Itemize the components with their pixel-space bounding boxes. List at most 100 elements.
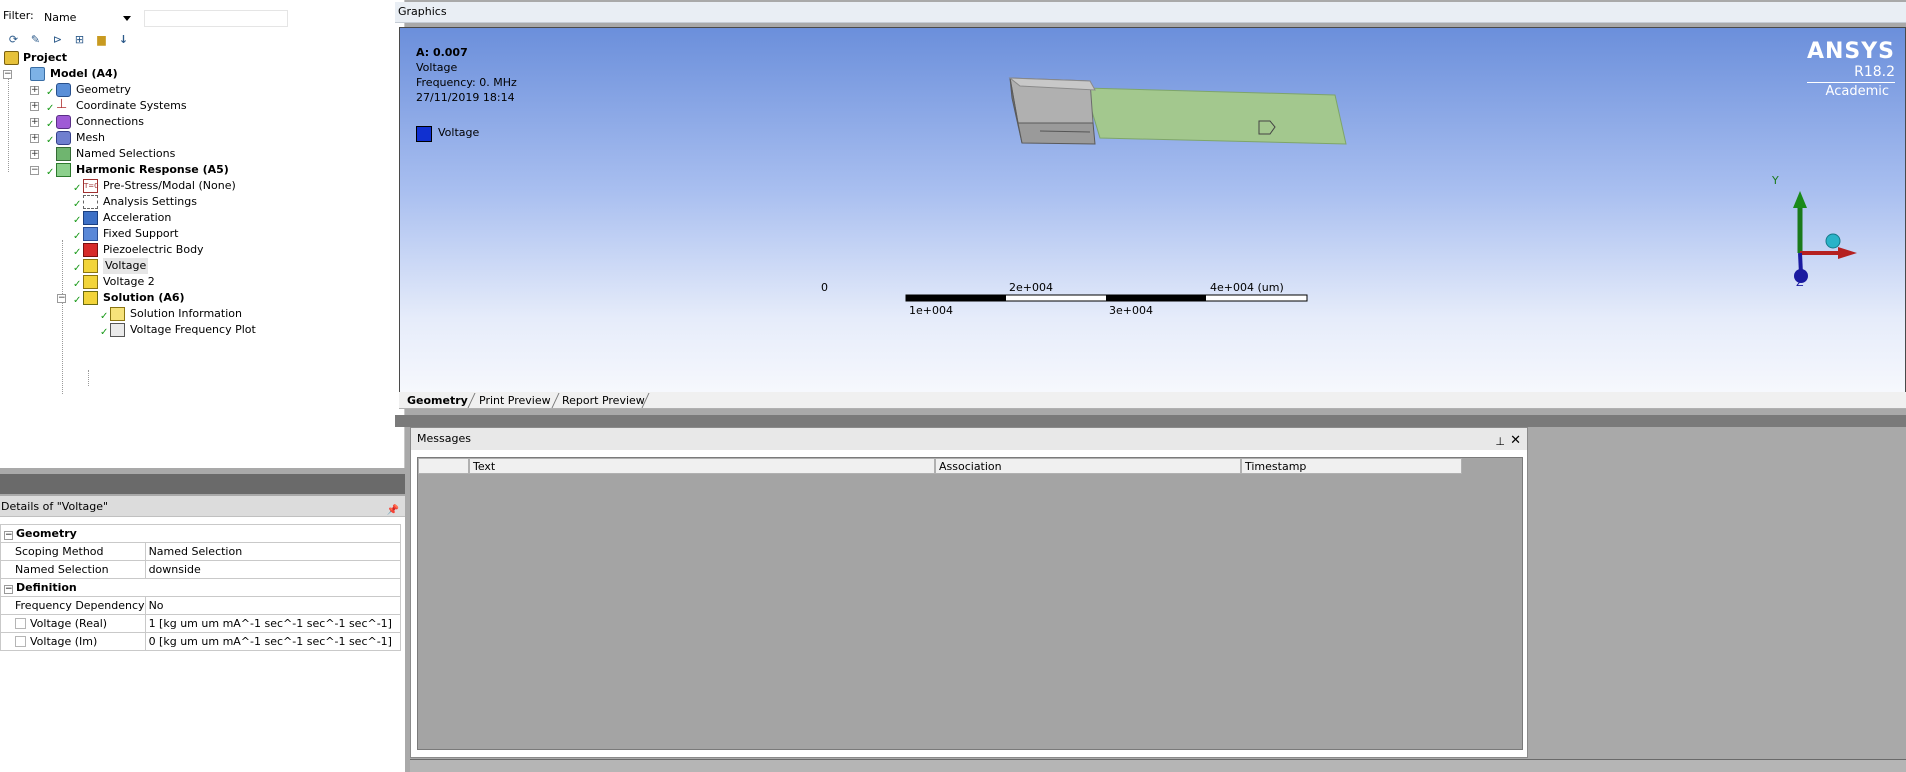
details-title: Details of "Voltage" 📌 (0, 496, 405, 517)
model-icon (30, 67, 45, 81)
details-table: − Geometry Scoping Method Named Selection… (0, 524, 402, 651)
graphics-tab-bar: Geometry Print Preview Report Preview (399, 392, 1906, 409)
tab-print-preview[interactable]: Print Preview (473, 393, 557, 409)
collapse-icon[interactable]: − (3, 70, 12, 79)
tree-toolbar: ⟳ ✎ ⊳ ⊞ ▆ ↓ (4, 30, 136, 50)
tree-item-label: Named Selections (76, 147, 176, 160)
tree-item-label: Analysis Settings (103, 195, 197, 208)
parameter-checkbox[interactable] (15, 618, 26, 629)
tree-item-voltage-2[interactable]: ✓ Voltage 2 (0, 274, 405, 290)
status-strip (410, 759, 1906, 772)
coordinate-axes-icon: ⊥ (56, 97, 68, 112)
column-header-association[interactable]: Association (935, 458, 1241, 474)
tree-item-fixed-support[interactable]: ✓ Fixed Support (0, 226, 405, 242)
named-selections-icon (56, 147, 71, 161)
expand-icon[interactable]: + (30, 102, 39, 111)
tree-item-voltage[interactable]: ✓ Voltage (0, 258, 405, 274)
close-icon[interactable]: ✕ (1510, 430, 1521, 452)
panel-splitter[interactable] (395, 415, 1906, 427)
tree-item-model[interactable]: − Model (A4) (0, 66, 405, 82)
expand-icon[interactable]: + (30, 86, 39, 95)
scale-label: 1e+004 (909, 304, 953, 317)
property-value[interactable]: Named Selection (144, 542, 402, 561)
collapse-icon[interactable]: − (4, 585, 13, 594)
panel-splitter[interactable] (0, 474, 405, 494)
tree-item-analysis-settings[interactable]: ✓ Analysis Settings (0, 194, 405, 210)
filter-input[interactable] (144, 10, 288, 27)
filter-label: Filter: (3, 9, 34, 22)
z-axis-label: Z (1796, 276, 1804, 289)
expand-icon[interactable]: + (30, 134, 39, 143)
property-value[interactable]: downside (144, 560, 402, 579)
solution-icon (83, 291, 98, 305)
collapse-icon[interactable]: − (57, 294, 66, 303)
details-row-named-selection[interactable]: Named Selection downside (0, 560, 402, 579)
group-label: Geometry (16, 527, 77, 540)
tree-item-connections[interactable]: + ✓ Connections (0, 114, 405, 130)
details-row-voltage-im[interactable]: Voltage (Im) 0 [kg um um mA^-1 sec^-1 se… (0, 632, 402, 651)
scale-label: 2e+004 (1009, 281, 1053, 294)
expand-icon[interactable]: + (30, 118, 39, 127)
details-row-scoping-method[interactable]: Scoping Method Named Selection (0, 542, 402, 561)
details-group-definition[interactable]: − Definition (0, 578, 401, 597)
property-label: Frequency Dependency (0, 596, 146, 615)
graphics-title-bar: Graphics (395, 2, 1906, 23)
geometry-icon (56, 83, 71, 97)
plus-box-icon[interactable]: ⊞ (70, 30, 89, 48)
scale-label: 4e+004 (um) (1210, 281, 1284, 294)
tab-geometry[interactable]: Geometry (401, 393, 474, 409)
frequency-plot-icon (110, 323, 125, 337)
details-row-frequency-dependency[interactable]: Frequency Dependency No (0, 596, 402, 615)
column-header[interactable] (418, 458, 469, 474)
model-3d-view[interactable] (400, 28, 1906, 393)
tree-item-voltage-frequency-plot[interactable]: ✓ Voltage Frequency Plot (0, 322, 405, 338)
tab-report-preview[interactable]: Report Preview (556, 393, 651, 409)
tree-item-solution[interactable]: − ✓ Solution (A6) (0, 290, 405, 306)
block-bottom (1017, 122, 1096, 145)
tree-item-solution-information[interactable]: ✓ Solution Information (0, 306, 405, 322)
filter-select-value: Name (44, 11, 77, 24)
graphics-viewport[interactable]: A: 0.007 Voltage Frequency: 0. MHz 27/11… (399, 27, 1906, 393)
collapse-icon[interactable]: − (4, 531, 13, 540)
pin-icon[interactable]: 📌 (387, 500, 399, 521)
outline-panel: Filter: Name ⟳ ✎ ⊳ ⊞ ▆ ↓ Project − Model (A4)… (0, 0, 405, 468)
collapse-icon[interactable]: − (30, 166, 39, 175)
pin-icon[interactable]: ⊥ (1495, 431, 1505, 453)
tree-item-project[interactable]: Project (0, 50, 405, 66)
y-axis-label: Y (1772, 174, 1779, 187)
tree-item-geometry[interactable]: + ✓ Geometry (0, 82, 405, 98)
tree-item-label: Fixed Support (103, 227, 179, 240)
tree-item-coordinate-systems[interactable]: + ✓ ⊥ Coordinate Systems (0, 98, 405, 114)
refresh-icon[interactable]: ⟳ (4, 30, 23, 48)
tree-item-label: Connections (76, 115, 144, 128)
tree-item-piezoelectric-body[interactable]: ✓ Piezoelectric Body (0, 242, 405, 258)
solution-information-icon (110, 307, 125, 321)
tree-item-named-selections[interactable]: + Named Selections (0, 146, 405, 162)
tree-item-label: Model (A4) (50, 67, 118, 80)
expand-icon[interactable]: ⊳ (48, 30, 67, 48)
details-group-geometry[interactable]: − Geometry (0, 524, 401, 543)
tree-item-label: Solution Information (130, 307, 242, 320)
tree-item-pre-stress[interactable]: ✓ T=0 Pre-Stress/Modal (None) (0, 178, 405, 194)
tree-item-label: Mesh (76, 131, 105, 144)
filter-select[interactable]: Name (40, 9, 136, 27)
property-label: Scoping Method (0, 542, 146, 561)
tree-item-mesh[interactable]: + ✓ Mesh (0, 130, 405, 146)
eraser-icon[interactable]: ✎ (26, 30, 45, 48)
folder-icon[interactable]: ▆ (92, 30, 111, 48)
details-row-voltage-real[interactable]: Voltage (Real) 1 [kg um um mA^-1 sec^-1 … (0, 614, 402, 633)
messages-panel: Messages ⊥ ✕ Text Association Timestamp (410, 427, 1528, 758)
column-header-text[interactable]: Text (469, 458, 935, 474)
column-header-timestamp[interactable]: Timestamp (1241, 458, 1462, 474)
parameter-checkbox[interactable] (15, 636, 26, 647)
expand-icon[interactable]: + (30, 150, 39, 159)
property-label: Named Selection (0, 560, 146, 579)
tree-item-acceleration[interactable]: ✓ Acceleration (0, 210, 405, 226)
property-value[interactable]: No (144, 596, 402, 615)
tree-item-label: Solution (A6) (103, 291, 185, 304)
tree-item-harmonic-response[interactable]: − ✓ Harmonic Response (A5) (0, 162, 405, 178)
property-value[interactable]: 1 [kg um um mA^-1 sec^-1 sec^-1 sec^-1] (144, 614, 402, 633)
green-plate (1084, 87, 1347, 145)
property-value[interactable]: 0 [kg um um mA^-1 sec^-1 sec^-1 sec^-1] (144, 632, 402, 651)
sort-az-icon[interactable]: ↓ (114, 30, 133, 48)
